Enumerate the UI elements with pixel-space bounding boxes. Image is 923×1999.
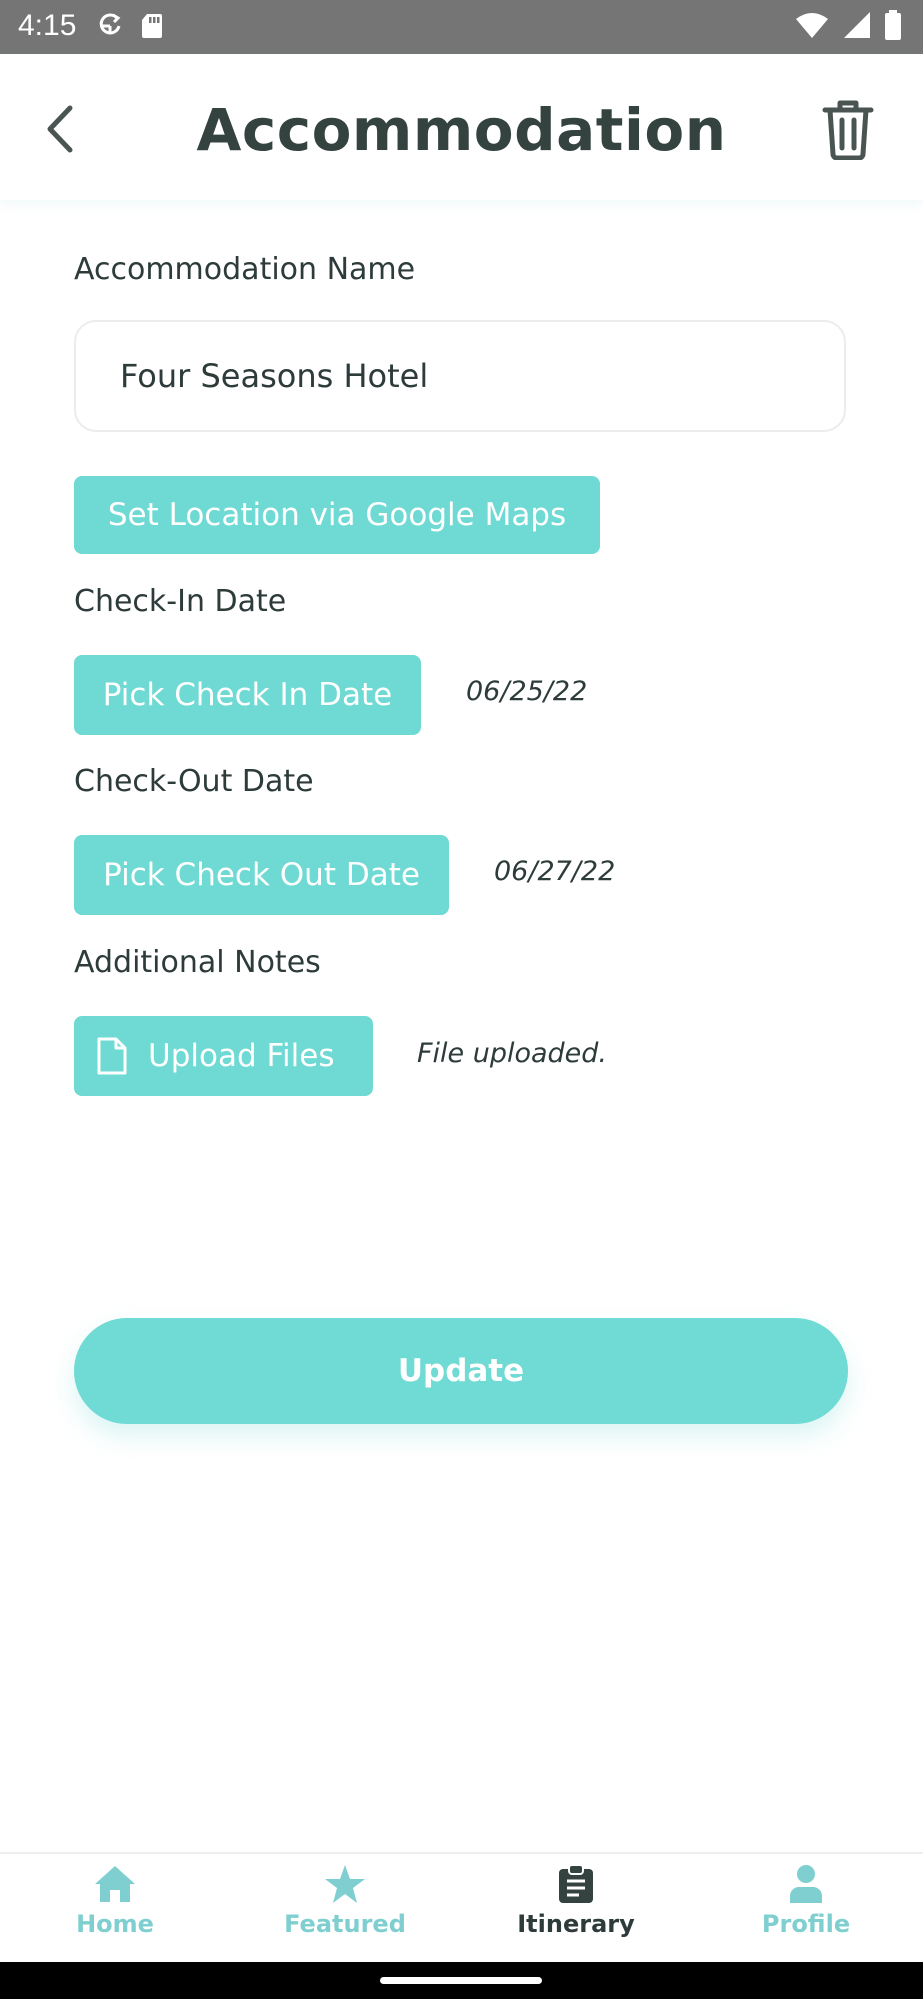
home-icon [15,1864,215,1904]
accommodation-name-label: Accommodation Name [74,252,416,287]
home-gesture-handle[interactable] [380,1977,542,1984]
pick-check-in-button[interactable]: Pick Check In Date [74,655,421,735]
check-out-label: Check-Out Date [74,764,314,799]
check-in-date-value: 06/25/22 [466,676,588,707]
delete-button[interactable] [822,98,874,161]
star-icon [245,1864,445,1904]
trash-icon [822,100,874,164]
check-out-date-value: 06/27/22 [494,856,616,887]
sync-icon [98,12,122,45]
nav-label-featured: Featured [284,1910,406,1938]
additional-notes-label: Additional Notes [74,945,321,980]
accommodation-name-input[interactable]: Four Seasons Hotel [74,320,846,432]
status-bar: 4:15 [0,0,923,54]
pick-check-out-button[interactable]: Pick Check Out Date [74,835,449,915]
check-in-label: Check-In Date [74,584,287,619]
sd-card-icon [140,12,164,45]
accommodation-name-value: Four Seasons Hotel [120,357,429,395]
upload-files-button[interactable]: Upload Files [74,1016,373,1096]
upload-status: File uploaded. [417,1038,608,1069]
nav-label-itinerary: Itinerary [517,1910,635,1938]
file-icon [96,1036,128,1076]
nav-item-itinerary[interactable]: Itinerary [476,1864,676,1938]
battery-icon [885,10,901,45]
nav-label-profile: Profile [761,1910,851,1938]
update-button[interactable]: Update [74,1318,848,1424]
set-location-button[interactable]: Set Location via Google Maps [74,476,600,554]
signal-icon [843,11,871,44]
nav-label-home: Home [76,1910,154,1938]
system-nav-bar [0,1962,923,1999]
page-title: Accommodation [196,96,727,164]
upload-files-label: Upload Files [148,1038,335,1074]
nav-item-home[interactable]: Home [15,1864,215,1938]
status-time: 4:15 [18,9,77,42]
nav-item-featured[interactable]: Featured [245,1864,445,1938]
person-icon [706,1864,906,1904]
clipboard-icon [476,1864,676,1904]
wifi-icon [795,11,829,44]
nav-item-profile[interactable]: Profile [706,1864,906,1938]
app-header: Accommodation [0,54,923,200]
bottom-nav: Home Featured Itinerary Profile [0,1852,923,1964]
